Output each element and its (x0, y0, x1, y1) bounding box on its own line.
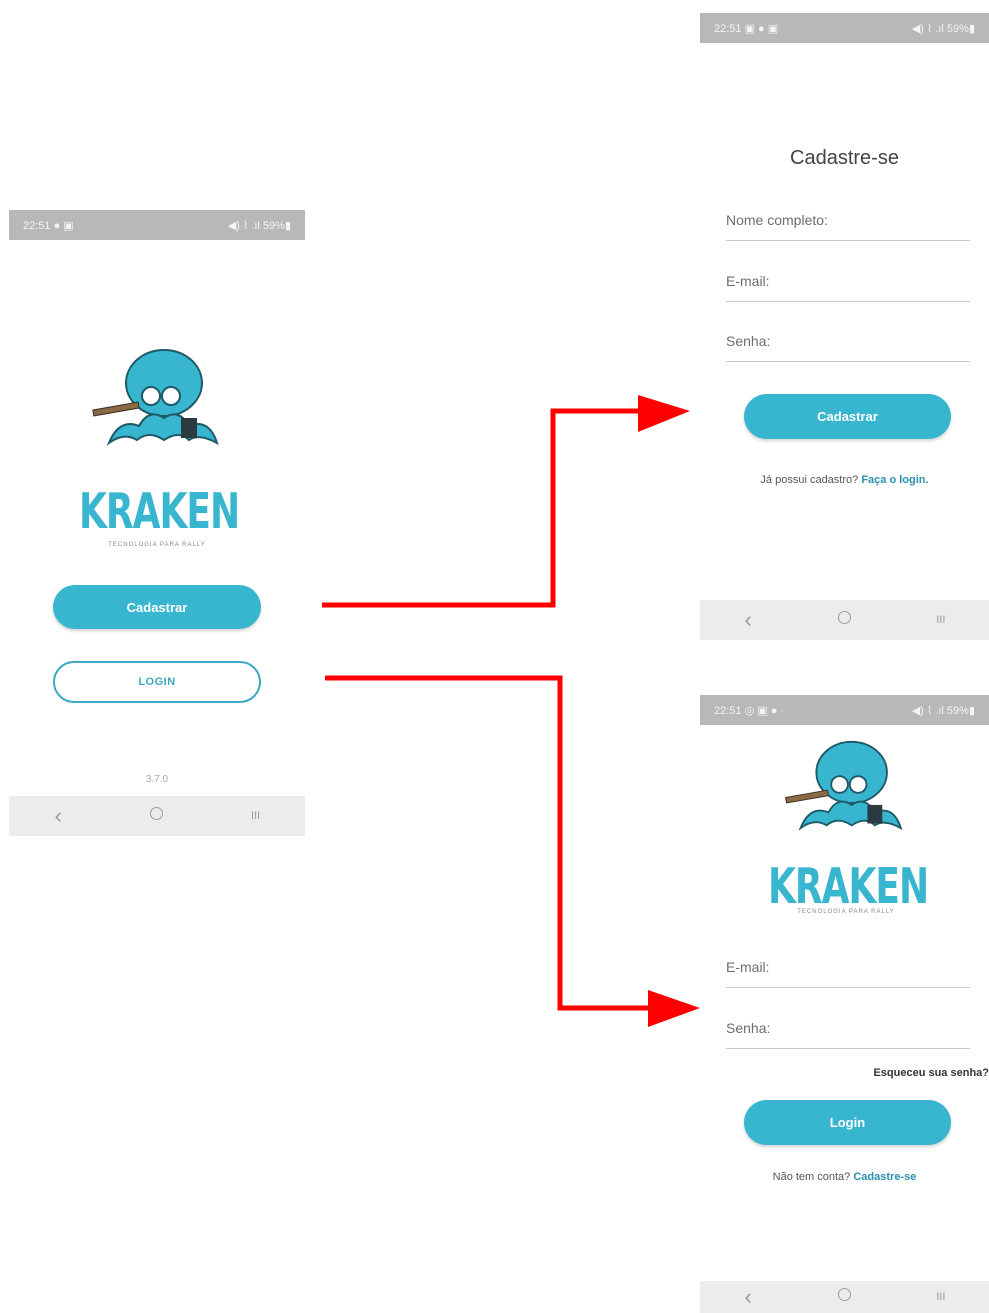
arrow-to-register (322, 395, 690, 608)
flow-arrows (322, 395, 700, 1027)
arrow-to-login (325, 675, 700, 1027)
